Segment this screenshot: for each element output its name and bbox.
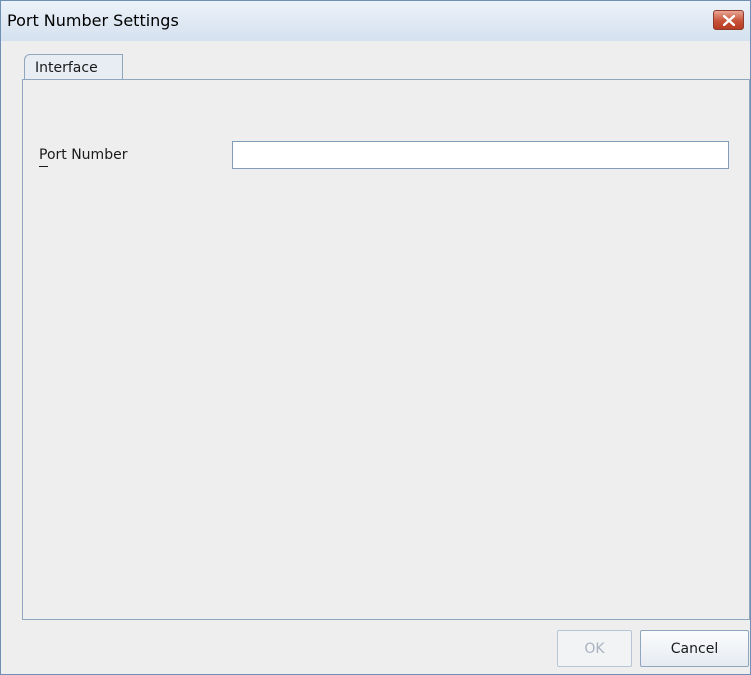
title-bar[interactable]: Port Number Settings [1,1,750,41]
tab-interface[interactable]: Interface [24,54,123,80]
port-number-label: Port Number [39,147,128,163]
port-number-mnemonic-underline [39,166,48,167]
cancel-button[interactable]: Cancel [640,630,749,667]
port-number-settings-dialog: Port Number Settings Interface Port Numb… [0,0,751,675]
window-title: Port Number Settings [7,11,179,30]
close-button[interactable] [713,10,744,30]
ok-button[interactable]: OK [557,630,632,667]
port-number-input[interactable] [232,141,729,169]
tab-interface-label: Interface [35,60,98,76]
close-icon [723,15,735,26]
